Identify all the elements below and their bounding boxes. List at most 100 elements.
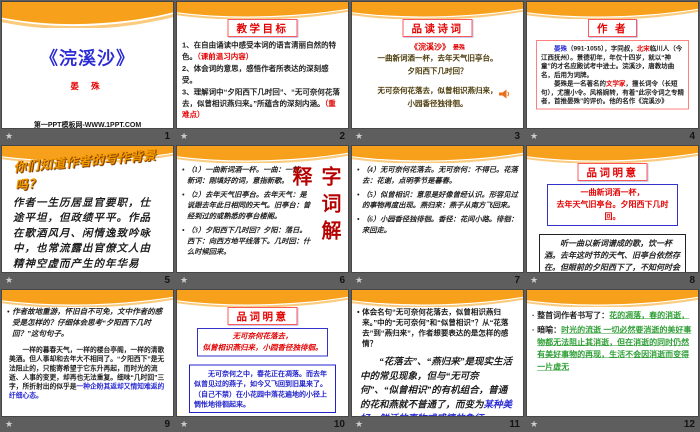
animation-star-icon[interactable]: ★ (355, 275, 363, 285)
bullet-icon: • (357, 190, 360, 199)
list-item: • （4）无可奈何花落去。无可奈何：不得已。花落去：花谢，点明季节是暮春。 (357, 165, 518, 187)
body-paragraph: “花落去”、“燕归来”是现实生活中的常见现象，但与“无可奈何”、“似曾相识”的有… (360, 355, 515, 417)
poem-quote-box: 一曲新词酒一杯， 去年天气旧亭台。夕阳西下几时回。 (547, 184, 678, 226)
slide-thumbnail[interactable]: • （4）无可奈何花落去。无可奈何：不得已。花落去：花谢，点明季节是暮春。 • （5）… (352, 146, 523, 272)
slide-content: 教学目标 1、在自由诵读中感受本词的语言清丽自然的特色。（课前温习内容） 2、体会词… (177, 2, 348, 119)
paragraph-text: 体会名句“无可奈何花落去，似曾相识燕归来。”中的“无可奈何”和“似曾相识”？从“… (362, 307, 518, 349)
animation-star-icon[interactable]: ★ (530, 419, 538, 429)
animation-star-icon[interactable]: ★ (5, 275, 13, 285)
list-item-text: （4）无可奈何花落去。无可奈何：不得已。花落去：花谢，点明季节是暮春。 (362, 165, 518, 187)
text-run: 北宋 (636, 44, 650, 53)
slide-cell: • （4）无可奈何花落去。无可奈何：不得已。花落去：花谢，点明季节是暮春。 • （5）… (350, 144, 525, 288)
list-item: 3、理解词中“夕阳西下几时回”、“无可奈何花落去，似曾相识燕归来。”所蕴含的深刻… (182, 87, 343, 121)
bullet-icon: • (182, 226, 185, 235)
slide-number: 2 (339, 130, 345, 142)
bullet-icon: • (7, 308, 10, 316)
slide-thumbnail[interactable]: 你们知道作者的写作背景吗？ 作者一生历居显官要职，仕途平坦，但政绩平平。作品在歌酒… (2, 146, 173, 272)
slide-canvas: 《浣溪沙》晏 殊第一PPT模板网-WWW.1PPT.COM (2, 2, 173, 128)
paragraph: 晏殊（991-1055），字同叔，北宋临川人（今江西抚州）。景德初年，年仅十四岁… (541, 44, 684, 79)
list-item-text: 暗喻：时光的流逝 一切必然要消逝的美好事物都无法阻止其消逝，但在消逝的同时仍然有… (537, 324, 693, 374)
slide-thumbnail[interactable]: 教学目标 1、在自由诵读中感受本词的语言清丽自然的特色。（课前温习内容） 2、体会词… (177, 2, 348, 128)
slide-number: 4 (689, 130, 695, 142)
slide-thumbnail[interactable]: • 作者故地重游，怀旧自不可免，文中作者的感受是怎样的？仔细体会思考“夕阳西下几时… (2, 290, 173, 416)
author-info-box: 晏殊（991-1055），字同叔，北宋临川人（今江西抚州）。景德初年，年仅十四岁… (536, 40, 689, 110)
thumbnail-strip: ★ 9 (2, 417, 173, 431)
slide-cell: 品读诗词 《浣溪沙》 晏殊 一曲新词酒一杯，去年天气旧亭台。 夕阳西下几时回？ 无可奈何花… (350, 0, 525, 144)
animation-star-icon[interactable]: ★ (355, 419, 363, 429)
list-item: · 整首词作者书写了：花的凋落，春的消逝， (532, 310, 693, 322)
translation-box: 无可奈何之中，春花正在凋落。而去年似曾见过的燕子，如今又飞回到旧巢来了。（自己不… (189, 364, 336, 414)
text-run: 似曾相识燕归来，小园香径独徘徊。 (202, 343, 323, 352)
bullet-paragraph: • 体会名句“无可奈何花落去，似曾相识燕归来。”中的“无可奈何”和“似曾相识”？从… (357, 307, 518, 349)
slide-content: 字词解释 • （1）一曲新词酒一杯。一曲：一首。新词：刚填好的词，意指新歌。 • （2）… (177, 146, 348, 256)
slide-content: 品读诗词 《浣溪沙》 晏殊 一曲新词酒一杯，去年天气旧亭台。 夕阳西下几时回？ 无可奈何花… (352, 2, 523, 111)
slide-thumbnail[interactable]: · 整首词作者书写了：花的凋落，春的消逝， · 暗喻：时光的流逝 一切必然要消逝的美好… (527, 290, 698, 416)
list-item: 2、体会词的意思，感悟作者所表达的深刻感受。 (182, 64, 343, 87)
quote-line: 无可奈何花落去， (201, 331, 324, 342)
poem-line: 一曲新词酒一杯，去年天气旧亭台。 (377, 54, 498, 63)
thumbnail-strip: ★ 6 (177, 273, 348, 287)
slide-thumbnail[interactable]: 品词明意无可奈何花落去， 似曾相识燕归来，小园香径独徘徊。无可奈何之中，春花正在凋… (177, 290, 348, 416)
animation-star-icon[interactable]: ★ (5, 419, 13, 429)
slide-canvas: 品词明意 一曲新词酒一杯， 去年天气旧亭台。夕阳西下几时回。 听一曲以新词谱成的歌，饮… (527, 146, 698, 272)
animation-star-icon[interactable]: ★ (180, 275, 188, 285)
poem-title: 《浣溪沙》 晏殊 (357, 40, 518, 52)
text-run: 去年天气旧亭台。夕阳西下几时回。 (556, 200, 669, 222)
slide-canvas: · 整首词作者书写了：花的凋落，春的消逝， · 暗喻：时光的流逝 一切必然要消逝的美好… (527, 290, 698, 416)
text-run: （5）似曾相识：意思是好像曾经认识。形容见过的事物再度出现。燕归来：燕子从南方飞… (362, 190, 518, 210)
animation-star-icon[interactable]: ★ (355, 131, 363, 141)
poem-line: 无可奈何花落去，似曾相识燕归来， (377, 86, 498, 95)
text-run: （课前温习内容） (197, 52, 254, 61)
text-run: 《浣溪沙》 (409, 43, 450, 52)
slide-canvas: 教学目标 1、在自由诵读中感受本词的语言清丽自然的特色。（课前温习内容） 2、体会词… (177, 2, 348, 128)
slide-number: 8 (689, 274, 695, 286)
slide-thumbnail[interactable]: 《浣溪沙》晏 殊第一PPT模板网-WWW.1PPT.COM (2, 2, 173, 128)
slide-thumbnail[interactable]: 作 者晏殊（991-1055），字同叔，北宋临川人（今江西抚州）。景德初年，年仅… (527, 2, 698, 128)
text-run: （4）无可奈何花落去。无可奈何：不得已。花落去：花谢，点明季节是暮春。 (362, 166, 518, 185)
slide-number: 12 (683, 418, 695, 430)
slide-cell: 你们知道作者的写作背景吗？ 作者一生历居显官要职，仕途平坦，但政绩平平。作品在歌酒… (0, 144, 175, 288)
list-item-text: 2、体会词的意思，感悟作者所表达的深刻感受。 (182, 65, 329, 85)
animation-star-icon[interactable]: ★ (5, 131, 13, 141)
animation-star-icon[interactable]: ★ (530, 275, 538, 285)
slide-content: • 作者故地重游，怀旧自不可免，文中作者的感受是怎样的？仔细体会思考“夕阳西下几时… (2, 290, 173, 399)
poem-line: 夕阳西下几时回？ (407, 67, 468, 76)
speaker-icon[interactable] (498, 89, 511, 99)
bullet-icon: • (182, 190, 185, 199)
text-run: （991-1055），字同叔， (567, 44, 637, 53)
text-run: 文学家 (606, 79, 626, 88)
slide-content: • （4）无可奈何花落去。无可奈何：不得已。花落去：花谢，点明季节是暮春。 • （5）… (352, 146, 523, 255)
animation-star-icon[interactable]: ★ (180, 131, 188, 141)
slide-content: 品词明意 一曲新词酒一杯， 去年天气旧亭台。夕阳西下几时回。 听一曲以新词谱成的歌，饮… (527, 146, 698, 272)
text-run: 无可奈何花落去， (232, 332, 293, 341)
slide-thumbnail[interactable]: 品词明意 一曲新词酒一杯， 去年天气旧亭台。夕阳西下几时回。 听一曲以新词谱成的歌，饮… (527, 146, 698, 272)
heading-box: 教学目标 (227, 19, 298, 37)
banner-3d: 你们知道作者的写作背景吗？ (13, 148, 157, 193)
slide-thumbnail[interactable]: • 体会名句“无可奈何花落去，似曾相识燕归来。”中的“无可奈何”和“似曾相识”？从… (352, 290, 523, 416)
thumbnail-strip: ★ 1 (2, 129, 173, 143)
slide-number: 5 (164, 274, 170, 286)
text-run: 花的凋落，春的消逝， (609, 311, 690, 321)
slide-cell: 品词明意无可奈何花落去， 似曾相识燕归来，小园香径独徘徊。无可奈何之中，春花正在凋… (175, 288, 350, 432)
slide-number: 10 (333, 418, 345, 430)
paragraph-text: 作者故地重游，怀旧自不可免，文中作者的感受是怎样的？仔细体会思考“夕阳西下几时回… (12, 307, 168, 340)
heading-box: 品词明意 (227, 307, 298, 325)
slide-canvas: • 作者故地重游，怀旧自不可免，文中作者的感受是怎样的？仔细体会思考“夕阳西下几时… (2, 290, 173, 416)
slide-cell: 教学目标 1、在自由诵读中感受本词的语言清丽自然的特色。（课前温习内容） 2、体会词… (175, 0, 350, 144)
text-run: 暗喻： (537, 325, 562, 335)
slide-cell: • 体会名句“无可奈何花落去，似曾相识燕归来。”中的“无可奈何”和“似曾相识”？从… (350, 288, 525, 432)
slide-number: 6 (339, 274, 345, 286)
poem-line: 小园香径独徘徊。 (407, 99, 468, 108)
list-item-text: （5）似曾相识：意思是好像曾经认识。形容见过的事物再度出现。燕归来：燕子从南方飞… (362, 190, 518, 212)
bullet-icon: • (357, 308, 360, 317)
animation-star-icon[interactable]: ★ (530, 131, 538, 141)
text-run: 听一曲以新词谱成的歌，饮一杯酒。去年这时节的天气、旧亭台依然存在。但眼前的夕阳西… (544, 239, 681, 273)
bullet-icon: • (357, 166, 360, 174)
animation-star-icon[interactable]: ★ (180, 419, 188, 429)
slide-canvas: • 体会名句“无可奈何花落去，似曾相识燕归来。”中的“无可奈何”和“似曾相识”？从… (352, 290, 523, 416)
slide-thumbnail[interactable]: 品读诗词 《浣溪沙》 晏殊 一曲新词酒一杯，去年天气旧亭台。 夕阳西下几时回？ 无可奈何花… (352, 2, 523, 128)
text-run: 晏殊 (554, 44, 568, 53)
slide-number: 3 (514, 130, 520, 142)
slide-thumbnail[interactable]: 字词解释 • （1）一曲新词酒一杯。一曲：一首。新词：刚填好的词，意指新歌。 • （2）… (177, 146, 348, 272)
heading-box: 作 者 (587, 19, 638, 37)
